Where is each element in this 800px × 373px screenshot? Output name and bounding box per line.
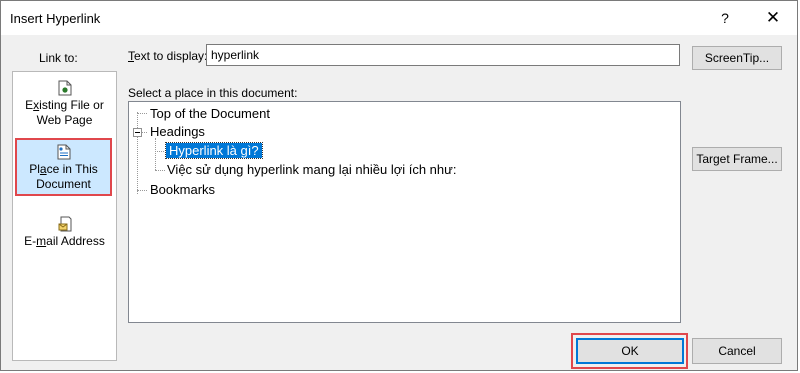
link-to-label: Link to:	[39, 51, 78, 65]
help-button[interactable]: ?	[714, 7, 736, 29]
tree-line	[155, 151, 164, 152]
tree-item-heading[interactable]: Việc sử dụng hyperlink mang lại nhiều lợ…	[167, 162, 456, 177]
collapse-toggle-icon[interactable]	[133, 128, 142, 137]
tree-line	[137, 190, 147, 191]
text-to-display-label: Text to display:	[128, 49, 208, 63]
link-to-existing-file-label: Existing File or Web Page	[25, 98, 104, 127]
text-to-display-input[interactable]	[206, 44, 680, 66]
tree-item-bookmarks[interactable]: Bookmarks	[150, 182, 215, 197]
select-place-label: Select a place in this document:	[128, 86, 298, 100]
target-frame-button[interactable]: Target Frame...	[692, 147, 782, 171]
email-icon	[58, 216, 71, 232]
dialog-title: Insert Hyperlink	[10, 11, 101, 26]
title-bar: Insert Hyperlink ? ✕	[1, 1, 797, 35]
tree-line	[137, 112, 138, 194]
tree-item-heading-selected[interactable]: Hyperlink là gì?	[165, 142, 263, 159]
link-to-panel: Existing File or Web Page Place in This Do…	[12, 71, 117, 361]
tree-line	[137, 113, 147, 114]
document-page-icon	[57, 144, 70, 160]
link-to-email-address[interactable]: E-mail Address	[13, 216, 116, 249]
link-to-place-in-document[interactable]: Place in This Document	[15, 138, 112, 196]
link-to-email-label: E-mail Address	[24, 234, 105, 248]
link-to-place-label: Place in This Document	[29, 162, 98, 191]
insert-hyperlink-dialog: Insert Hyperlink ? ✕ Link to: Existing F…	[0, 0, 798, 371]
cancel-button[interactable]: Cancel	[692, 338, 782, 364]
tree-item-headings[interactable]: Headings	[150, 124, 205, 139]
ok-button[interactable]: OK	[576, 338, 684, 364]
document-place-tree[interactable]: Top of the Document Headings Hyperlink l…	[128, 101, 681, 323]
screentip-button[interactable]: ScreenTip...	[692, 46, 782, 70]
close-button[interactable]: ✕	[761, 7, 785, 29]
existing-file-icon	[58, 80, 71, 96]
tree-item-top-of-document[interactable]: Top of the Document	[150, 106, 270, 121]
tree-line	[155, 138, 156, 170]
link-to-existing-file[interactable]: Existing File or Web Page	[13, 80, 116, 128]
tree-line	[155, 170, 165, 171]
